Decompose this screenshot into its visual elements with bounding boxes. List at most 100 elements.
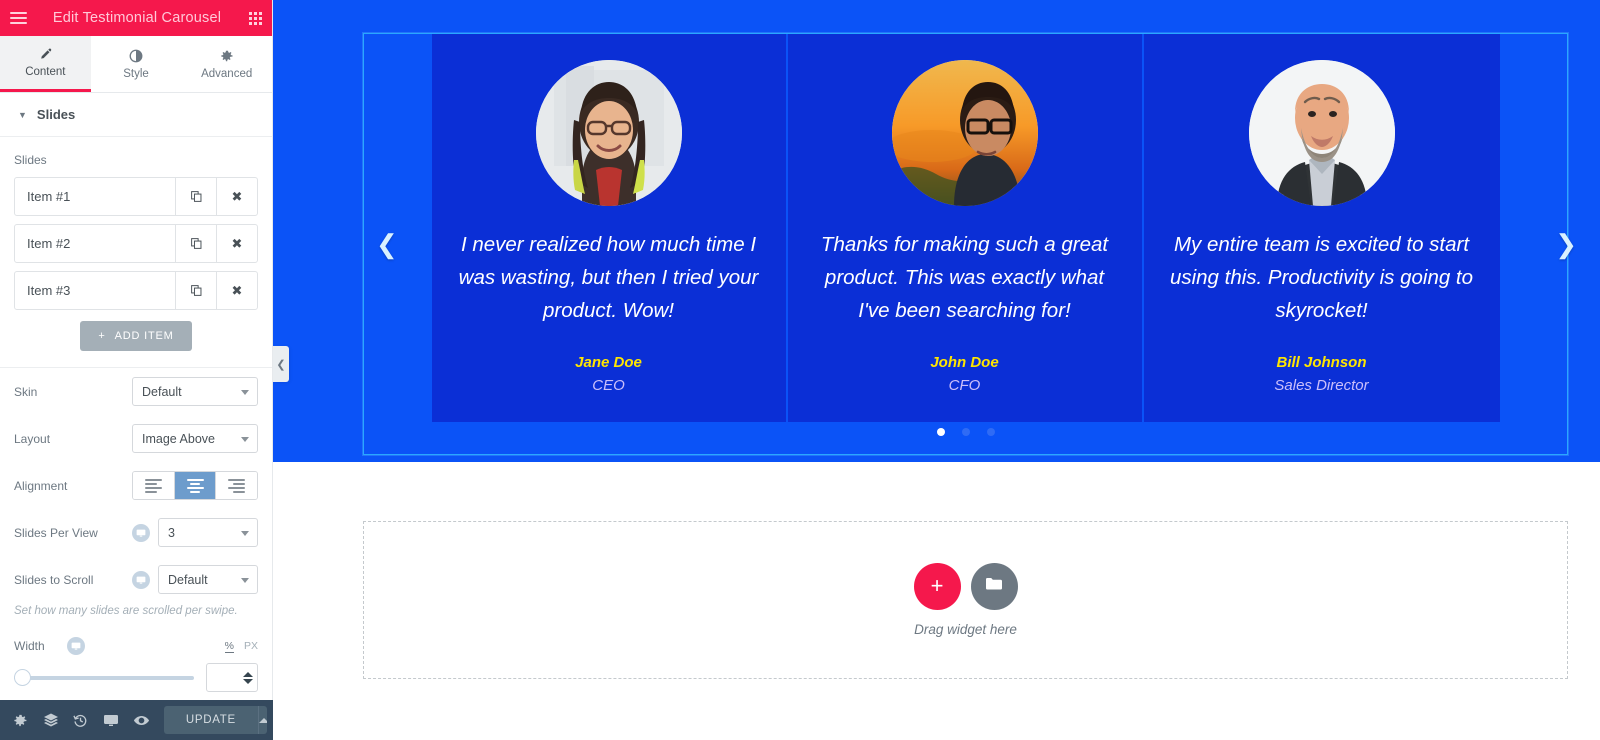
tab-style[interactable]: Style	[90, 36, 182, 92]
panel-tabs: Content Style Advanced	[0, 36, 273, 93]
history-icon[interactable]	[67, 700, 95, 740]
add-widget-button[interactable]: +	[913, 563, 961, 610]
pencil-icon	[39, 48, 52, 61]
unit-px[interactable]: PX	[244, 640, 258, 652]
slides-per-view-select[interactable]: 3	[158, 518, 258, 547]
width-slider[interactable]	[14, 669, 194, 687]
alignment-label: Alignment	[14, 478, 68, 493]
copy-icon[interactable]	[175, 272, 216, 309]
unit-percent[interactable]: %	[224, 640, 234, 653]
testimonial-slide[interactable]: I never realized how much time I was was…	[431, 34, 788, 422]
slider-track	[14, 675, 194, 680]
slides-repeater-label: Slides	[14, 153, 47, 167]
hamburger-menu-icon[interactable]	[0, 0, 36, 36]
tab-style-label: Style	[123, 67, 149, 80]
close-x-icon[interactable]: ✖	[216, 178, 257, 215]
carousel-prev-chevron-left-icon[interactable]: ❮	[376, 231, 398, 257]
align-left-icon[interactable]	[133, 472, 174, 499]
list-item[interactable]: Item #1 ✖	[14, 177, 258, 216]
list-item[interactable]: Item #2 ✖	[14, 224, 258, 263]
testimonial-quote: Thanks for making such a great product. …	[820, 233, 1109, 323]
layout-value: Image Above	[142, 431, 215, 446]
layout-select[interactable]: Image Above	[132, 424, 258, 453]
chevron-up-icon[interactable]	[257, 706, 268, 734]
align-center-icon[interactable]	[173, 472, 216, 499]
editor-canvas: I never realized how much time I was was…	[273, 0, 1600, 740]
control-alignment: Alignment	[0, 462, 272, 509]
widgets-grid-icon[interactable]	[238, 0, 272, 36]
widget-dropzone[interactable]: + Drag widget here	[363, 521, 1568, 679]
slides-to-scroll-label: Slides to Scroll	[14, 572, 94, 587]
width-label: Width	[14, 639, 45, 653]
testimonial-quote: My entire team is excited to start using…	[1169, 233, 1474, 323]
editor-panel: Edit Testimonial Carousel Content Style …	[0, 0, 273, 740]
tab-content-label: Content	[25, 65, 66, 78]
tab-advanced[interactable]: Advanced	[181, 36, 273, 92]
update-button[interactable]: UPDATE	[163, 706, 258, 734]
pagination-dot[interactable]	[961, 428, 970, 436]
stepper-down-icon[interactable]	[243, 678, 253, 684]
list-item[interactable]: Item #3 ✖	[14, 271, 258, 310]
width-slider-row	[0, 657, 272, 692]
carousel-next-chevron-right-icon[interactable]: ❯	[1555, 231, 1577, 257]
control-skin: Skin Default	[0, 368, 272, 415]
desktop-icon[interactable]	[132, 570, 150, 589]
add-item-label: ADD ITEM	[114, 330, 174, 342]
width-number-input[interactable]	[206, 663, 258, 692]
section-slides-header[interactable]: ▼ Slides	[0, 93, 272, 137]
folder-icon	[984, 574, 1004, 599]
panel-header: Edit Testimonial Carousel	[0, 0, 272, 36]
avatar	[1248, 60, 1395, 206]
plus-icon: +	[98, 330, 106, 342]
align-right-icon[interactable]	[215, 472, 257, 499]
tab-content[interactable]: Content	[0, 36, 91, 92]
panel-body: Slides Item #1 ✖ Item #2 ✖ Item #3 ✖ + A…	[0, 137, 272, 692]
alignment-toggle-group	[132, 471, 258, 500]
dropzone-buttons: +	[913, 563, 1018, 610]
close-x-icon[interactable]: ✖	[216, 225, 257, 262]
slides-per-view-value: 3	[168, 525, 175, 540]
slides-repeater: Slides Item #1 ✖ Item #2 ✖ Item #3 ✖ + A…	[0, 137, 272, 368]
testimonial-quote: I never realized how much time I was was…	[458, 233, 759, 323]
dropzone-label: Drag widget here	[914, 622, 1017, 637]
slide-item-title[interactable]: Item #3	[15, 272, 175, 309]
panel-collapse-handle[interactable]: ❮	[273, 346, 289, 382]
carousel-pagination	[364, 428, 1567, 436]
testimonial-slide[interactable]: Thanks for making such a great product. …	[787, 34, 1144, 422]
pagination-dot[interactable]	[936, 428, 945, 436]
testimonial-name: Jane Doe	[575, 353, 642, 371]
panel-footer: UPDATE	[0, 700, 273, 740]
avatar	[891, 60, 1038, 206]
slide-item-title[interactable]: Item #1	[15, 178, 175, 215]
skin-select[interactable]: Default	[132, 377, 258, 406]
number-stepper[interactable]	[243, 671, 253, 684]
slides-to-scroll-description: Set how many slides are scrolled per swi…	[14, 605, 238, 617]
add-item-button[interactable]: + ADD ITEM	[80, 321, 192, 351]
layers-icon[interactable]	[36, 700, 64, 740]
testimonial-carousel-widget[interactable]: I never realized how much time I was was…	[363, 33, 1577, 455]
close-x-icon[interactable]: ✖	[216, 272, 257, 309]
copy-icon[interactable]	[175, 178, 216, 215]
chevron-down-icon: ▼	[18, 109, 27, 120]
testimonial-carousel: I never realized how much time I was was…	[364, 34, 1567, 454]
stepper-up-icon[interactable]	[243, 671, 253, 677]
tab-advanced-label: Advanced	[201, 67, 253, 80]
slide-item-title[interactable]: Item #2	[15, 225, 175, 262]
copy-icon[interactable]	[175, 225, 216, 262]
control-slides-to-scroll: Slides to Scroll Default	[0, 556, 272, 603]
testimonial-title: CFO	[948, 376, 981, 394]
slider-handle[interactable]	[14, 669, 31, 686]
control-width: Width % PX	[0, 629, 272, 657]
eye-icon[interactable]	[128, 700, 156, 740]
pagination-dot[interactable]	[986, 428, 995, 436]
gear-icon[interactable]	[6, 700, 34, 740]
testimonial-slide[interactable]: My entire team is excited to start using…	[1143, 34, 1500, 422]
testimonial-name: Bill Johnson	[1276, 353, 1367, 371]
desktop-icon[interactable]	[132, 523, 150, 542]
width-unit-switcher: % PX	[224, 640, 258, 653]
slides-to-scroll-select[interactable]: Default	[158, 565, 258, 594]
template-library-button[interactable]	[970, 563, 1018, 610]
desktop-icon[interactable]	[67, 637, 85, 655]
blue-section[interactable]: I never realized how much time I was was…	[273, 0, 1600, 462]
monitor-icon[interactable]	[97, 700, 125, 740]
